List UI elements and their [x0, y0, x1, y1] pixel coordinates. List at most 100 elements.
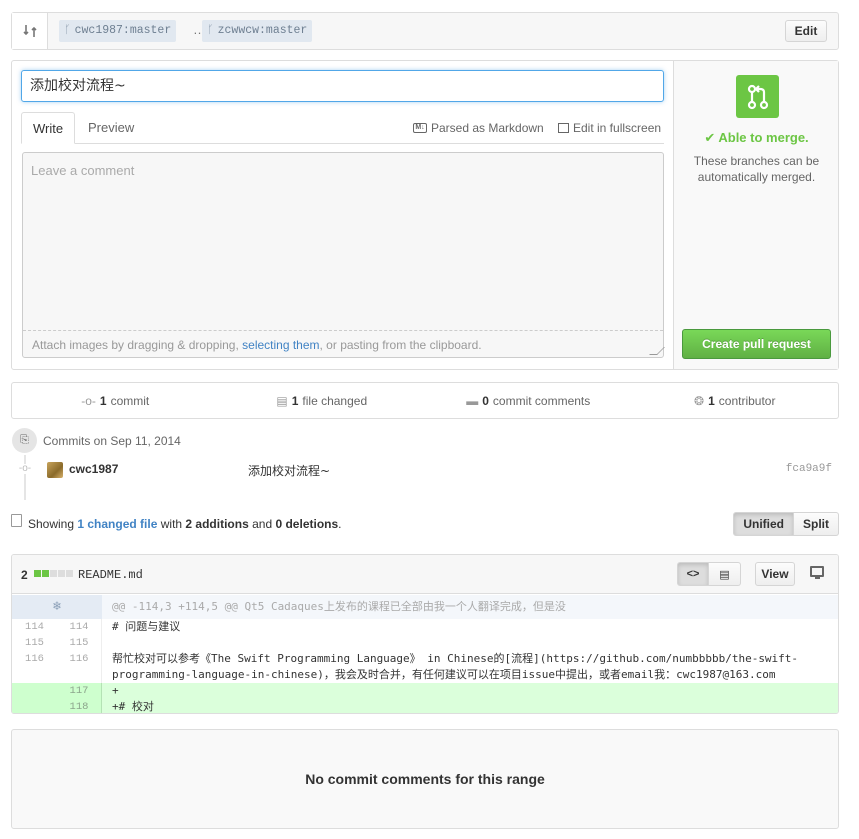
tab-write[interactable]: Write	[21, 112, 76, 144]
toc-prefix: Showing	[28, 517, 78, 531]
attach-prefix: Attach images by dragging & dropping,	[32, 338, 243, 352]
fullscreen-icon	[558, 123, 569, 133]
new-line-number[interactable]: 115	[57, 635, 102, 651]
head-branch-label: zcwwcw:master	[217, 24, 308, 37]
toc-period: .	[338, 517, 342, 531]
commits-tab[interactable]: -o- 1 commit	[12, 383, 219, 418]
pr-title-input[interactable]: 添加校对流程~	[21, 70, 664, 102]
diff-line-code-wrap: programming-language-in-chinese)，我会及时合并，…	[112, 668, 776, 681]
merge-status: ✔ Able to merge.	[674, 130, 839, 146]
organization-icon: ❂	[694, 393, 705, 408]
diff-toc: Showing 1 changed file with 2 additions …	[11, 512, 839, 538]
resize-handle[interactable]	[649, 347, 665, 355]
new-line-number[interactable]: 114	[57, 619, 102, 635]
pull-request-compose: 添加校对流程~ Write Preview M↓ Parsed as Markd…	[11, 60, 839, 370]
old-line-number[interactable]	[12, 699, 57, 713]
contributors-tab[interactable]: ❂ 1 contributor	[632, 383, 839, 418]
new-line-number[interactable]: 117	[57, 683, 102, 699]
diff-line-code: +	[112, 684, 119, 697]
changed-files-link[interactable]: 1 changed file	[77, 517, 157, 531]
git-commit-icon: ⎘	[12, 428, 37, 453]
hunk-header: @@ -114,3 +114,5 @@ Qt5 Cadaques上发布的课程已全…	[112, 600, 566, 613]
old-line-number[interactable]	[12, 683, 57, 699]
merge-status-panel: ✔ Able to merge. These branches can be a…	[673, 61, 838, 369]
file-diff-icon: ▤	[276, 393, 288, 408]
deletions-count: 0 deletions	[275, 517, 339, 531]
diff-line: 115 115	[12, 635, 838, 651]
old-line-number[interactable]: 116	[12, 651, 57, 683]
file-text-icon: ▤	[719, 568, 730, 581]
no-commit-comments: No commit comments for this range	[11, 729, 839, 829]
source-view-button[interactable]: <>	[677, 562, 709, 586]
hunk-header-row: ❄ @@ -114,3 +114,5 @@ Qt5 Cadaques上发布的课程…	[12, 595, 838, 619]
toc-and: and	[248, 517, 276, 531]
file-name[interactable]: README.md	[78, 568, 143, 582]
commits-date-header: Commits on Sep 11, 2014	[43, 434, 181, 448]
new-line-number[interactable]: 118	[57, 699, 102, 713]
markdown-icon: M↓	[413, 123, 427, 133]
old-line-number[interactable]: 114	[12, 619, 57, 635]
compose-form: 添加校对流程~ Write Preview M↓ Parsed as Markd…	[12, 61, 673, 369]
commit-icon: -o-	[81, 393, 96, 408]
range-editor: ᚴ cwc1987:master … ᚴ zcwwcw:master Edit	[11, 12, 839, 50]
merge-status-label: Able to merge.	[718, 130, 809, 145]
desktop-icon[interactable]	[810, 566, 824, 579]
select-files-link[interactable]: selecting them	[242, 338, 319, 352]
unified-button[interactable]: Unified	[733, 512, 794, 536]
additions-count: 2 additions	[185, 517, 249, 531]
markdown-help-link[interactable]: M↓ Parsed as Markdown	[413, 121, 544, 135]
fullscreen-link[interactable]: Edit in fullscreen	[558, 121, 661, 135]
commit-node-icon: -o-	[18, 463, 32, 474]
diff-line-code: # 问题与建议	[112, 620, 181, 633]
rich-diff-button[interactable]: ▤	[709, 562, 741, 586]
commits-count: 1	[99, 393, 107, 408]
comment-textarea[interactable]: Leave a comment	[23, 153, 663, 331]
edit-range-button[interactable]: Edit	[785, 20, 827, 42]
file-view-toggle: <> ▤	[677, 562, 741, 586]
diff-line-addition: 117 +	[12, 683, 838, 699]
comment-icon: ▬	[466, 393, 479, 408]
numbers-summary: -o- 1 commit ▤ 1 file changed ▬ 0 commit…	[11, 382, 839, 419]
base-branch-selector[interactable]: ᚴ cwc1987:master	[59, 20, 177, 42]
head-branch-selector[interactable]: ᚴ zcwwcw:master	[202, 20, 313, 42]
view-file-button[interactable]: View	[755, 562, 795, 586]
diff-table: ❄ @@ -114,3 +114,5 @@ Qt5 Cadaques上发布的课程…	[12, 595, 838, 713]
commit-comments-tab[interactable]: ▬ 0 commit comments	[425, 383, 632, 418]
base-branch-label: cwc1987:master	[74, 24, 172, 37]
avatar[interactable]	[47, 462, 63, 478]
attach-suffix: , or pasting from the clipboard.	[319, 338, 482, 352]
old-line-number[interactable]: 115	[12, 635, 57, 651]
files-tab[interactable]: ▤ 1 file changed	[219, 383, 426, 418]
split-button[interactable]: Split	[794, 512, 839, 536]
write-preview-tabs: Write Preview M↓ Parsed as Markdown Edit…	[21, 112, 664, 144]
diff-line-code: 帮忙校对可以参考《The Swift Programming Language》…	[112, 652, 799, 665]
comment-field-wrapper: Leave a comment Attach images by draggin…	[22, 152, 665, 358]
comments-count: 0	[482, 393, 489, 408]
commit-author-link[interactable]: cwc1987	[69, 462, 118, 476]
branch-icon: ᚴ	[207, 25, 214, 37]
diff-line-code: +# 校对	[112, 700, 154, 713]
check-icon: ✔	[704, 130, 719, 145]
contributors-label: contributor	[718, 393, 776, 408]
diff-line: 116 116 帮忙校对可以参考《The Swift Programming L…	[12, 651, 838, 683]
file-header: 2 README.md <> ▤ View	[12, 555, 838, 594]
branch-icon: ᚴ	[64, 25, 71, 37]
commits-label: commit	[110, 393, 150, 408]
file-diff: 2 README.md <> ▤ View ❄ @@ -114,3 +114,5…	[11, 554, 839, 714]
diffstat-bar	[34, 570, 73, 577]
tab-preview[interactable]: Preview	[77, 112, 145, 144]
fullscreen-label: Edit in fullscreen	[573, 121, 662, 135]
files-count: 1	[291, 393, 299, 408]
timeline-line	[24, 455, 26, 500]
expand-icon[interactable]: ❄	[12, 595, 102, 619]
toc-with: with	[157, 517, 186, 531]
commit-message-link[interactable]: 添加校对流程~	[248, 462, 330, 479]
diff-line: 114 114 # 问题与建议	[12, 619, 838, 635]
create-pull-request-button[interactable]: Create pull request	[682, 329, 831, 359]
diff-view-toggle: Unified Split	[733, 512, 839, 536]
comments-label: commit comments	[492, 393, 591, 408]
compare-arrows-icon[interactable]	[12, 13, 48, 49]
commit-sha-link[interactable]: fca9a9f	[786, 463, 832, 475]
new-line-number[interactable]: 116	[57, 651, 102, 683]
diff-line-addition: 118 +# 校对	[12, 699, 838, 713]
